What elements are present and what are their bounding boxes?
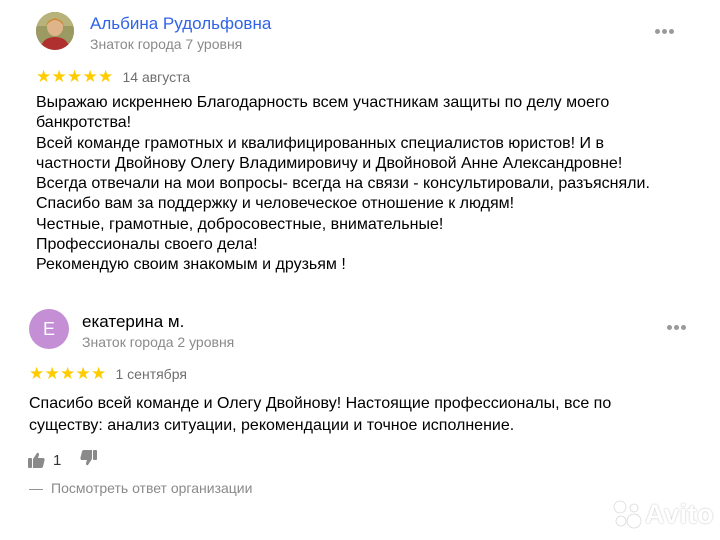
star-icon: ★ xyxy=(36,67,52,86)
reviews-page: Альбина Рудольфовна Знаток города 7 уров… xyxy=(0,0,720,540)
review-text-line: банкротства! xyxy=(36,114,132,132)
star-icon: ★ xyxy=(82,67,98,86)
dislike-button[interactable] xyxy=(80,450,98,470)
review-date: 14 августа xyxy=(122,69,191,85)
rating-stars: ★ ★ ★ ★ ★ xyxy=(29,365,107,383)
like-button[interactable]: 1 xyxy=(28,450,61,470)
org-answer-label: Посмотреть ответ организации xyxy=(51,480,253,496)
star-icon: ★ xyxy=(91,364,107,383)
avito-logo-icon xyxy=(613,500,642,529)
rating: ★ ★ ★ ★ ★ 14 августа xyxy=(36,68,190,86)
more-dots-icon[interactable] xyxy=(652,25,678,39)
star-icon: ★ xyxy=(29,364,45,383)
author-level: Знаток города 7 уровня xyxy=(90,36,243,52)
author-name[interactable]: Альбина Рудольфовна xyxy=(90,14,271,34)
watermark-text: Avito xyxy=(645,498,714,529)
review-text-line: существу: анализ ситуации, рекомендации … xyxy=(29,416,515,434)
star-icon: ★ xyxy=(60,364,76,383)
star-icon: ★ xyxy=(98,67,114,86)
review-text-line: частности Двойнову Олегу Владимировичу и… xyxy=(36,154,623,172)
review-text-line: Спасибо вам за поддержку и человеческое … xyxy=(36,195,515,213)
star-icon: ★ xyxy=(75,364,91,383)
review-date: 1 сентября xyxy=(115,366,187,382)
star-icon: ★ xyxy=(67,67,83,86)
star-icon: ★ xyxy=(51,67,67,86)
review-text-line: Всегда отвечали на мои вопросы- всегда н… xyxy=(36,175,650,193)
more-dots-icon[interactable] xyxy=(664,321,690,335)
avatar[interactable] xyxy=(36,12,74,50)
star-icon: ★ xyxy=(44,364,60,383)
thumb-up-icon xyxy=(28,452,45,468)
view-organization-answer-link[interactable]: — Посмотреть ответ организации xyxy=(29,480,252,496)
review-text-line: Рекомендую своим знакомым и друзьям ! xyxy=(36,256,346,274)
review-text: Спасибо всей команде и Олегу Двойнову! Н… xyxy=(29,393,611,436)
avatar[interactable]: Е xyxy=(29,309,69,349)
review-text-line: Профессионалы своего дела! xyxy=(36,236,258,254)
rating: ★ ★ ★ ★ ★ 1 сентября xyxy=(29,365,187,383)
review-text-line: Честные, грамотные, добросовестные, вним… xyxy=(36,215,444,233)
avito-watermark: Avito xyxy=(612,497,714,531)
author-level: Знаток города 2 уровня xyxy=(82,334,235,350)
review-text-line: Выражаю искренне­ю Благодарность всем уч… xyxy=(36,94,610,111)
thumb-down-icon xyxy=(80,450,97,466)
like-count: 1 xyxy=(53,451,62,469)
dash: — xyxy=(29,480,43,496)
review-text: Выражаю искренне­ю Благодарность всем уч… xyxy=(36,93,650,276)
rating-stars: ★ ★ ★ ★ ★ xyxy=(36,68,114,86)
review-text-line: Всей команде грамотных и квалифицированн… xyxy=(36,134,604,152)
review-text-line: Спасибо всей команде и Олегу Двойнову! Н… xyxy=(29,395,612,412)
author-name[interactable]: екатерина м. xyxy=(82,312,184,332)
